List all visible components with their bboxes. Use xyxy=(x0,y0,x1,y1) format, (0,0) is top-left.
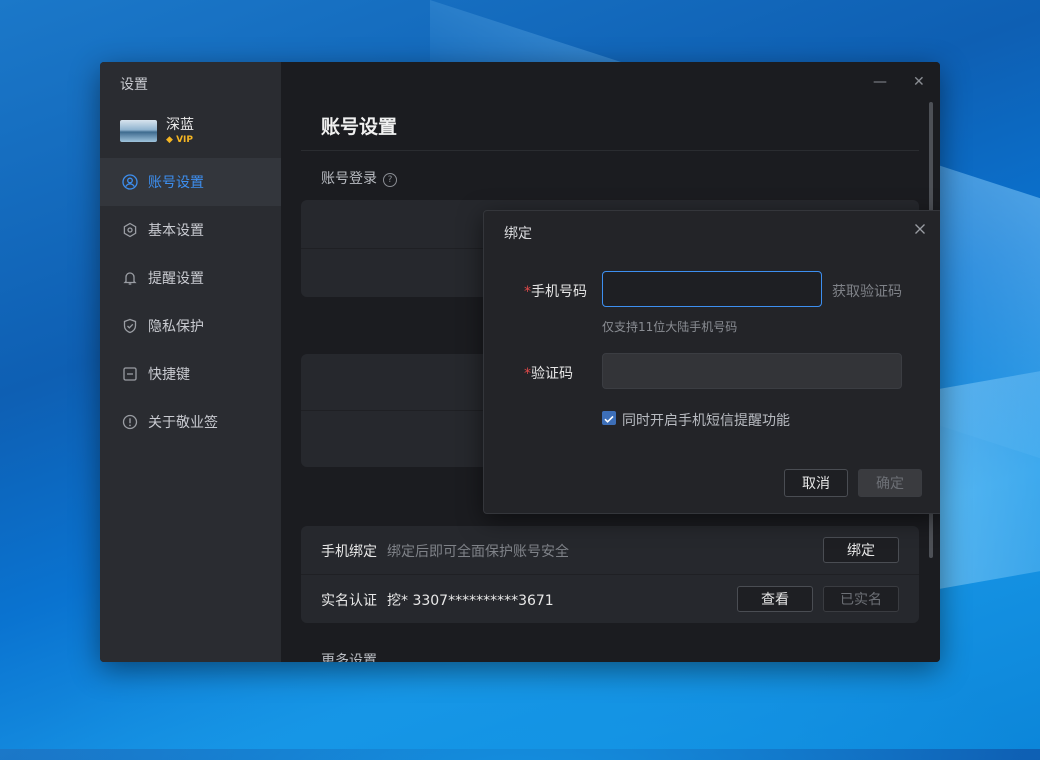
username: 深蓝 xyxy=(166,117,194,133)
bell-icon xyxy=(122,270,138,286)
code-input[interactable] xyxy=(602,353,902,389)
sidebar-item-label: 账号设置 xyxy=(148,175,204,191)
sidebar-item-account[interactable]: 账号设置 xyxy=(100,158,281,206)
sidebar-item-reminder[interactable]: 提醒设置 xyxy=(100,254,281,302)
sidebar-item-basic[interactable]: 基本设置 xyxy=(100,206,281,254)
required-mark: * xyxy=(524,284,531,300)
main-panel: — ✕ 账号设置 账号登录? 修改 绑定 绑定 手机绑定 绑定后即可全面保护账号… xyxy=(281,62,940,662)
code-field-label: *验证码 xyxy=(524,363,573,383)
bind-phone-dialog: 绑定 *手机号码 获取验证码 仅支持11位大陆手机号码 *验证码 同时开启手机短… xyxy=(483,210,940,514)
phone-bind-label: 手机绑定 xyxy=(321,544,377,560)
dialog-title: 绑定 xyxy=(504,226,532,242)
phone-field-label: *手机号码 xyxy=(524,281,587,301)
account-login-label: 账号登录 xyxy=(321,171,377,187)
sidebar-item-label: 提醒设置 xyxy=(148,271,204,287)
vip-badge: ◆ VIP xyxy=(166,135,193,145)
settings-window: 设置 深蓝 ◆ VIP 账号设置 基本设置 提醒设置 隐私保护 快捷键 关于敬业… xyxy=(100,62,940,662)
sidebar-item-label: 基本设置 xyxy=(148,223,204,239)
get-code-link[interactable]: 获取验证码 xyxy=(832,281,902,301)
realname-row: 实名认证 挖* 3307**********3671 查看 已实名 xyxy=(301,574,919,623)
info-icon xyxy=(122,414,138,430)
user-circle-icon xyxy=(122,174,138,190)
sidebar-item-label: 关于敬业签 xyxy=(148,415,218,431)
close-window-button[interactable]: ✕ xyxy=(913,74,925,90)
minimize-button[interactable]: — xyxy=(873,74,887,90)
sms-reminder-label[interactable]: 同时开启手机短信提醒功能 xyxy=(622,410,790,430)
confirm-button[interactable]: 确定 xyxy=(858,469,922,497)
check-icon xyxy=(604,415,614,423)
sidebar: 设置 深蓝 ◆ VIP 账号设置 基本设置 提醒设置 隐私保护 快捷键 关于敬业… xyxy=(100,62,281,662)
cancel-button[interactable]: 取消 xyxy=(784,469,848,497)
code-label-text: 验证码 xyxy=(531,366,573,382)
vip-label: VIP xyxy=(176,135,193,145)
verified-button[interactable]: 已实名 xyxy=(823,586,899,612)
close-icon[interactable] xyxy=(912,221,928,237)
keyboard-icon xyxy=(122,366,138,382)
phone-label-text: 手机号码 xyxy=(531,284,587,300)
avatar[interactable] xyxy=(120,120,157,142)
realname-value: 挖* 3307**********3671 xyxy=(387,593,554,609)
sidebar-item-label: 隐私保护 xyxy=(148,319,204,335)
view-button[interactable]: 查看 xyxy=(737,586,813,612)
shield-check-icon xyxy=(122,318,138,334)
sidebar-nav: 账号设置 基本设置 提醒设置 隐私保护 快捷键 关于敬业签 xyxy=(100,158,281,446)
divider xyxy=(301,150,919,151)
security-card: 手机绑定 绑定后即可全面保护账号安全 绑定 实名认证 挖* 3307******… xyxy=(301,526,919,623)
page-title: 账号设置 xyxy=(321,116,398,138)
phone-bind-description: 绑定后即可全面保护账号安全 xyxy=(387,544,569,560)
window-title: 设置 xyxy=(120,77,148,93)
sidebar-item-label: 快捷键 xyxy=(148,367,190,383)
required-mark: * xyxy=(524,366,531,382)
phone-hint: 仅支持11位大陆手机号码 xyxy=(602,320,738,334)
help-icon[interactable]: ? xyxy=(383,173,397,187)
diamond-icon: ◆ xyxy=(166,135,173,145)
sidebar-item-shortcuts[interactable]: 快捷键 xyxy=(100,350,281,398)
sidebar-item-privacy[interactable]: 隐私保护 xyxy=(100,302,281,350)
sidebar-item-about[interactable]: 关于敬业签 xyxy=(100,398,281,446)
more-settings-label: 更多设置 xyxy=(321,653,377,662)
phone-bind-button[interactable]: 绑定 xyxy=(823,537,899,563)
gear-icon xyxy=(122,222,138,238)
phone-bind-row: 手机绑定 绑定后即可全面保护账号安全 绑定 xyxy=(301,526,919,574)
realname-label: 实名认证 xyxy=(321,593,377,609)
phone-input[interactable] xyxy=(602,271,822,307)
sms-reminder-checkbox[interactable] xyxy=(602,411,616,425)
account-login-section-label: 账号登录? xyxy=(321,168,397,188)
